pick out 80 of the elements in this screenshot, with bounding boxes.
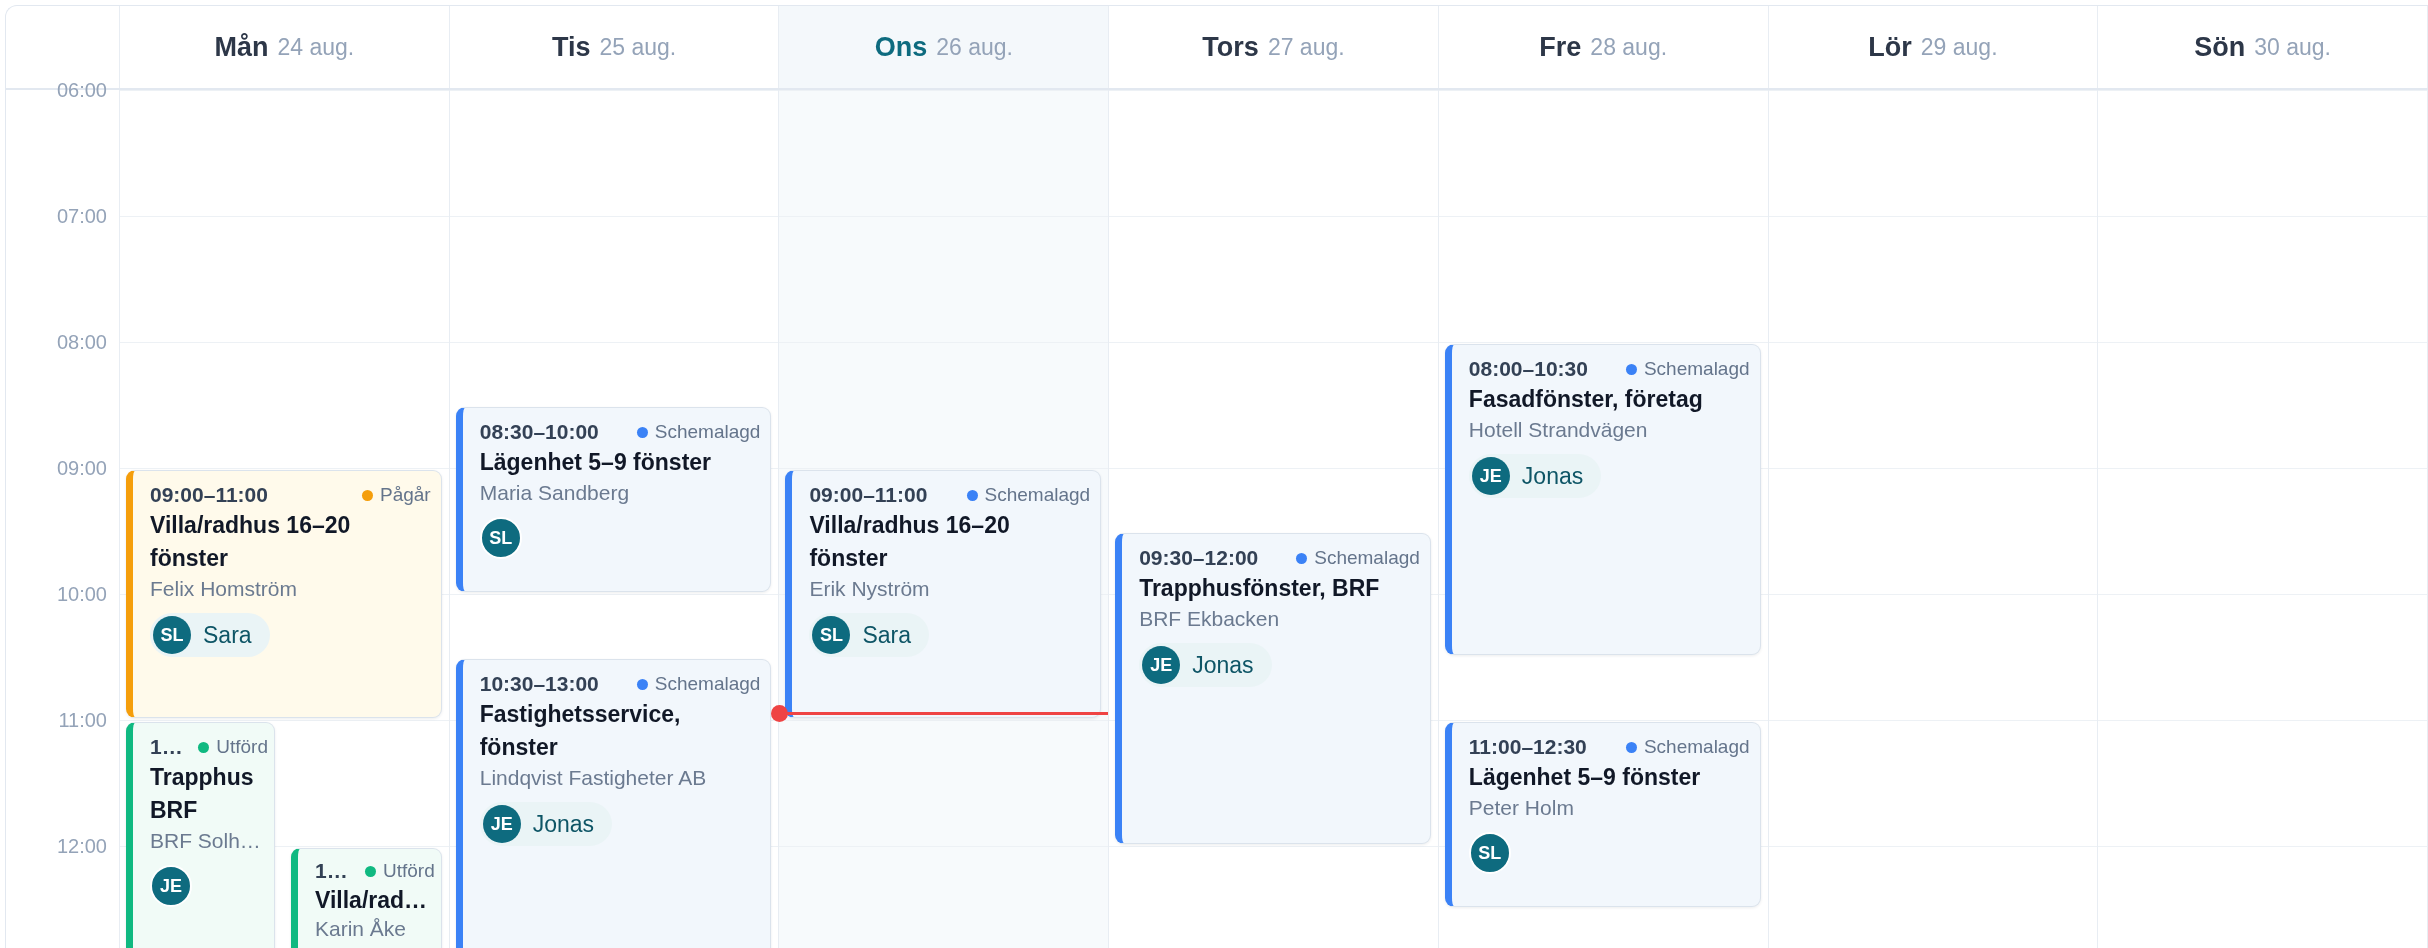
- event-time: 09:00–11:00: [150, 483, 268, 507]
- assignee-name: Sara: [203, 621, 252, 649]
- avatar: SL: [479, 517, 522, 559]
- event-card[interactable]: 08:30–10:00 Schemalagd Lägenhet 5–9 fönster Maria Sandberg SL: [455, 407, 772, 592]
- status-label: Schemalagd: [654, 673, 761, 695]
- event-time: 09:00–11:00: [809, 483, 928, 507]
- event-card[interactable]: 11:00–12:30 Schemalagd Lägenhet 5–9 fönster Peter Holm SL: [1444, 722, 1761, 907]
- status-label: Schemalagd: [1314, 547, 1420, 569]
- client-name: BRF Solh…: [150, 828, 262, 854]
- avatar: JE: [482, 805, 521, 843]
- day-header[interactable]: Ons 26 aug.: [779, 6, 1110, 88]
- event-card[interactable]: 1… Utförd Trapphus BRF BRF Solh… JE: [126, 722, 275, 948]
- status-dot: [198, 741, 210, 753]
- avatar: SL: [812, 616, 851, 654]
- status-label: Schemalagd: [654, 421, 761, 443]
- event-title: Lägenhet 5–9 fönster: [1468, 763, 1702, 792]
- event-card[interactable]: 08:00–10:30 Schemalagd Fasadfönster, företag Hotell Strandvägen JE Jonas: [1444, 344, 1761, 655]
- status-dot: [1625, 363, 1637, 375]
- status-dot: [636, 678, 648, 690]
- event-time: 1…: [315, 859, 348, 883]
- client-name: Erik Nyström: [809, 576, 931, 602]
- event-time: 10:30–13:00: [479, 672, 599, 696]
- status-label: Utförd: [216, 736, 268, 758]
- time-label: 10:00: [56, 582, 107, 606]
- event-time: 1…: [150, 735, 183, 759]
- status-dot: [1625, 741, 1637, 753]
- status-label: Schemalagd: [1643, 736, 1750, 758]
- status-dot: [636, 426, 648, 438]
- avatar: SL: [1468, 832, 1511, 874]
- day-header[interactable]: Mån 24 aug.: [120, 6, 450, 88]
- time-label: 12:00: [56, 834, 107, 858]
- event-card[interactable]: 09:30–12:00 Schemalagd Trapphusfönster, BRF BRF Ekbacken JE Jonas: [1115, 533, 1431, 844]
- time-label: 06:00: [56, 78, 107, 102]
- client-name: Hotell Strandvägen: [1468, 417, 1649, 443]
- assignee-name: Jonas: [1521, 462, 1584, 490]
- client-name: Felix Homström: [150, 576, 298, 602]
- day-header[interactable]: Lör 29 aug.: [1768, 6, 2099, 88]
- time-label: 09:00: [56, 456, 107, 480]
- time-label: 08:00: [56, 330, 107, 354]
- assignee-name: Jonas: [532, 810, 595, 838]
- event-time: 11:00–12:30: [1468, 735, 1587, 759]
- event-time: 09:30–12:00: [1139, 546, 1259, 570]
- event-title: Lägenhet 5–9 fönster: [479, 448, 713, 477]
- day-header[interactable]: Sön 30 aug.: [2098, 6, 2428, 88]
- assignee-name: Sara: [862, 621, 911, 649]
- event-title: Villa/radhus 16–20 fönster: [150, 511, 352, 573]
- status-label: Utförd: [382, 860, 435, 882]
- event-card[interactable]: 09:00–11:00 Schemalagd Villa/radhus 16–20 fönster Erik Nyström SL Sara: [785, 470, 1102, 718]
- client-name: Maria Sandberg: [479, 480, 631, 506]
- time-label: 07:00: [56, 204, 107, 228]
- status-dot: [362, 489, 373, 501]
- status-dot: [1296, 552, 1308, 564]
- avatar: JE: [150, 865, 192, 907]
- client-name: BRF Ekbacken: [1139, 606, 1281, 632]
- status-label: Schemalagd: [984, 484, 1091, 506]
- time-label: 11:00: [58, 708, 107, 732]
- event-card[interactable]: 10:30–13:00 Schemalagd Fastighetsservice, fönster Lindqvist Fastigheter AB JE Jonas: [455, 659, 772, 948]
- event-card[interactable]: 09:00–11:00 Pågår Villa/radhus 16–20 fönster Felix Homström SL Sara: [126, 470, 442, 718]
- event-title: Fastighetsservice, fönster: [479, 700, 682, 762]
- avatar: JE: [1142, 646, 1181, 684]
- day-header[interactable]: Tors 27 aug.: [1109, 6, 1439, 88]
- event-time: 08:30–10:00: [479, 420, 599, 444]
- client-name: Lindqvist Fastigheter AB: [479, 765, 708, 791]
- status-dot: [364, 865, 376, 877]
- event-title: Fasadfönster, företag: [1468, 385, 1704, 414]
- event-title: Trapphus BRF: [150, 763, 255, 825]
- client-name: Karin Åke: [315, 916, 408, 942]
- day-header[interactable]: Fre 28 aug.: [1438, 6, 1769, 88]
- event-title: Villa/rad…: [315, 886, 429, 915]
- avatar: JE: [1471, 457, 1510, 495]
- event-title: Villa/radhus 16–20 fönster: [809, 511, 1011, 573]
- status-label: Pågår: [380, 484, 431, 506]
- status-dot: [966, 489, 978, 501]
- avatar: SL: [153, 616, 191, 654]
- client-name: Peter Holm: [1468, 795, 1575, 821]
- event-time: 08:00–10:30: [1468, 357, 1588, 381]
- status-label: Schemalagd: [1643, 358, 1750, 380]
- event-title: Trapphusfönster, BRF: [1139, 574, 1381, 603]
- assignee-name: Jonas: [1192, 651, 1254, 679]
- event-card[interactable]: 1… Utförd Villa/rad… Karin Åke: [291, 848, 442, 948]
